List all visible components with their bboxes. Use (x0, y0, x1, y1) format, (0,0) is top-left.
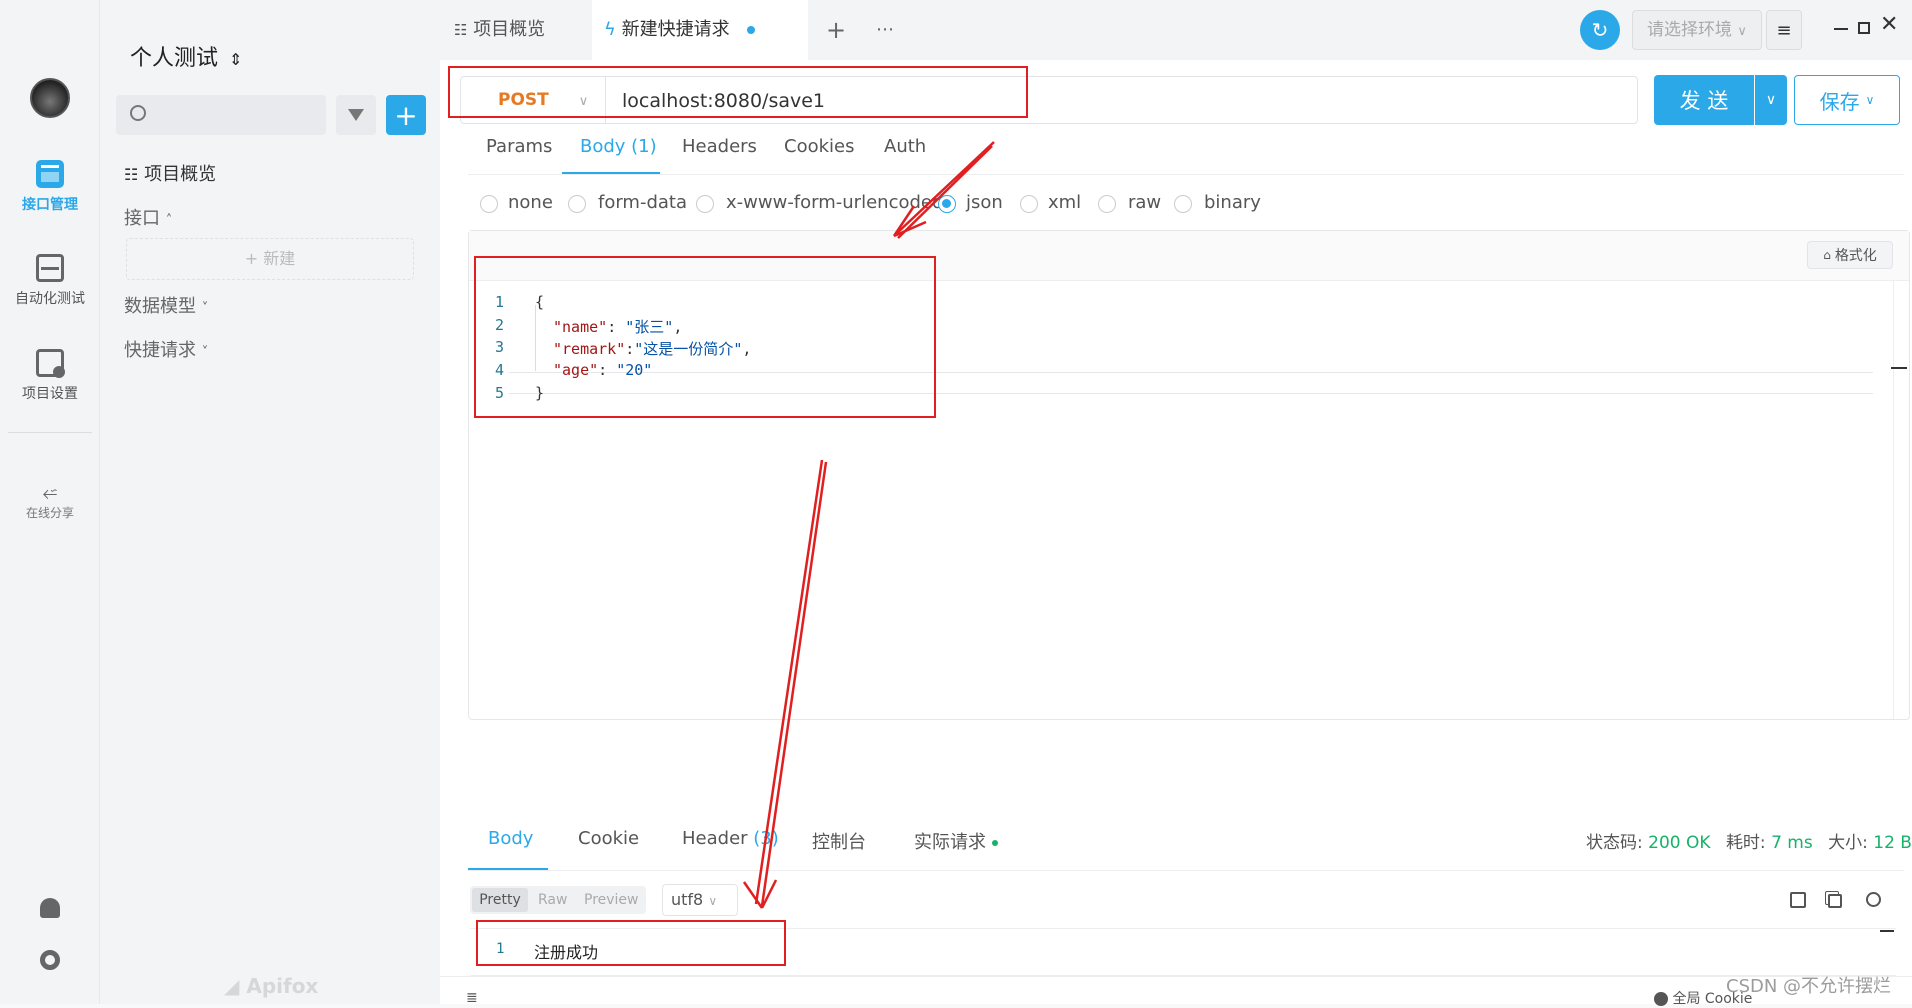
annotation-arrows (742, 141, 995, 909)
annotation-arrow-json (895, 141, 995, 239)
annotation-arrow-response (754, 459, 828, 907)
